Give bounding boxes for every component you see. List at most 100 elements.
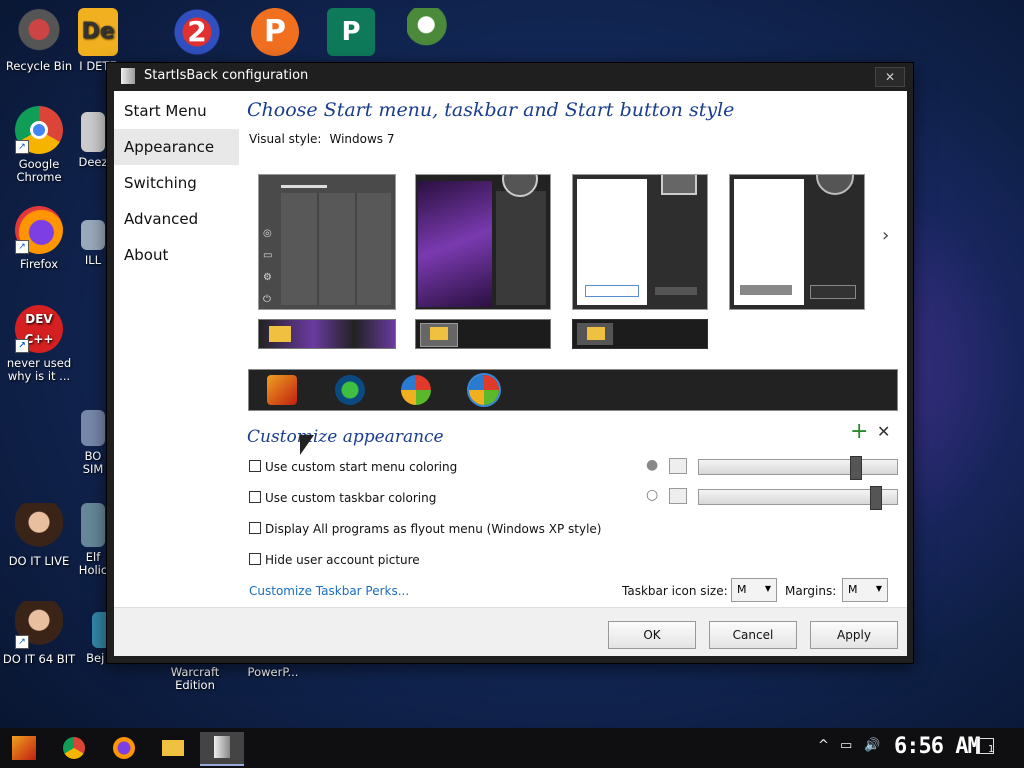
style-thumb-vista[interactable] <box>729 174 865 310</box>
desktop-icon-deez[interactable]: Deez <box>78 112 108 169</box>
desktop-icon-2[interactable]: 2 <box>158 8 236 60</box>
mouse-cursor <box>300 435 314 455</box>
desktop-icon-do-it-64-bit[interactable]: ↗ DO IT 64 BIT <box>0 601 78 666</box>
slider-thumb[interactable] <box>850 456 862 480</box>
folder-icon <box>162 740 184 756</box>
chevron-down-icon: ▼ <box>764 584 771 593</box>
desktop-icon-devcpp[interactable]: DEV C++ ↗ never used why is it ... <box>0 305 78 383</box>
folder-icon <box>430 327 448 340</box>
next-styles-button[interactable]: › <box>882 225 889 246</box>
option-flyout-all-programs[interactable]: Display All programs as flyout menu (Win… <box>249 522 601 536</box>
option-hide-user-picture[interactable]: Hide user account picture <box>249 553 420 567</box>
start-menu-color-swatch[interactable] <box>669 458 687 474</box>
desktop-icon-flowers[interactable] <box>392 8 470 60</box>
devcpp-icon: DEV C++ ↗ <box>15 305 63 353</box>
desktop-icon-powerp[interactable]: PowerP... <box>238 666 308 679</box>
remove-icon[interactable]: ✕ <box>877 422 890 441</box>
sidebar-item-switching[interactable]: Switching <box>114 165 239 201</box>
ok-button[interactable]: OK <box>608 621 696 649</box>
shortcut-arrow-icon: ↗ <box>15 339 29 353</box>
start-button[interactable] <box>4 732 44 764</box>
taskbar-style-3[interactable] <box>572 319 708 349</box>
page-title: Choose Start menu, taskbar and Start but… <box>247 99 735 121</box>
desktop-icon-p[interactable]: P <box>236 8 314 60</box>
margins-label: Margins: <box>785 584 837 598</box>
taskbar-icon-size-select[interactable]: M ▼ <box>731 578 777 602</box>
user-avatar-icon <box>816 175 854 195</box>
taskbar-opacity-slider[interactable] <box>698 486 898 510</box>
app-icon <box>81 220 105 250</box>
desktop-icon-firefox[interactable]: ↗ Firefox <box>0 206 78 271</box>
start-orb-custom-icon[interactable] <box>267 375 297 405</box>
app-icon <box>121 68 135 84</box>
portrait-icon: ↗ <box>15 601 63 649</box>
taskbar-chrome[interactable] <box>54 732 94 764</box>
taskbar-color-swatch[interactable] <box>669 488 687 504</box>
checkbox[interactable] <box>249 460 261 472</box>
volume-icon[interactable]: 🔊 <box>864 738 880 753</box>
taskbar-firefox[interactable] <box>104 732 144 764</box>
taskbar-startisback[interactable] <box>200 732 244 766</box>
app-icon <box>81 410 105 446</box>
clock[interactable]: 6:56 AM <box>894 734 981 759</box>
checkbox[interactable] <box>249 491 261 503</box>
customize-heading: Customize appearance <box>247 427 444 447</box>
tray-chevron-up-icon[interactable]: ^ <box>818 738 829 753</box>
desktop-icon-elf-holic[interactable]: Elf Holic <box>78 503 108 577</box>
notification-icon[interactable]: 1 <box>976 736 996 756</box>
taskbar-file-explorer[interactable] <box>153 732 193 764</box>
checkbox[interactable] <box>249 553 261 565</box>
taskbar-style-1[interactable] <box>258 319 396 349</box>
sidebar-item-advanced[interactable]: Advanced <box>114 201 239 237</box>
add-icon[interactable]: + <box>850 419 868 444</box>
user-avatar-icon <box>661 175 697 195</box>
chrome-icon <box>63 737 85 759</box>
sidebar-glyphs: ◎ ▭ ⚙ ⏻ <box>263 228 273 305</box>
style-thumb-windows7[interactable] <box>572 174 708 310</box>
desktop-icon-do-it-live[interactable]: DO IT LIVE <box>0 503 78 568</box>
start-orb-vista-icon[interactable] <box>469 375 499 405</box>
margins-select[interactable]: M ▼ <box>842 578 888 602</box>
network-icon[interactable]: ▭ <box>840 738 852 753</box>
visual-style: Visual style: Windows 7 <box>249 132 394 146</box>
close-button[interactable]: ✕ <box>875 67 905 87</box>
sidebar-item-start-menu[interactable]: Start Menu <box>114 93 239 129</box>
dialog-client: Start Menu Appearance Switching Advanced… <box>114 91 907 607</box>
app-icon <box>81 112 105 152</box>
de-icon: De <box>78 8 118 56</box>
sidebar-item-about[interactable]: About <box>114 237 239 273</box>
number-two-icon: 2 <box>173 8 221 56</box>
desktop-icon-google-chrome[interactable]: ↗ Google Chrome <box>0 106 78 184</box>
start-icon <box>12 736 36 760</box>
visual-style-label: Visual style: <box>249 132 322 146</box>
sidebar-item-appearance[interactable]: Appearance <box>114 129 239 165</box>
customize-taskbar-perks-link[interactable]: Customize Taskbar Perks... <box>249 584 409 598</box>
option-custom-start-menu-coloring[interactable]: Use custom start menu coloring <box>249 460 457 474</box>
taskbar: ^ ▭ 🔊 6:56 AM 1 <box>0 728 1024 768</box>
desktop-icon-publisher[interactable]: P <box>312 8 390 60</box>
style-thumb-windows10[interactable]: ◎ ▭ ⚙ ⏻ <box>258 174 396 310</box>
start-orb-clover-icon[interactable] <box>335 375 365 405</box>
option-custom-taskbar-coloring[interactable]: Use custom taskbar coloring <box>249 491 436 505</box>
apply-button[interactable]: Apply <box>810 621 898 649</box>
opacity-drop-icon: ● <box>646 457 659 473</box>
p-logo-icon: P <box>251 8 299 56</box>
taskbar-style-2[interactable] <box>415 319 551 349</box>
desktop-icon-warcraft[interactable]: Warcraft Edition <box>152 666 238 692</box>
recycle-bin-icon <box>15 8 63 56</box>
dialog-titlebar[interactable]: StartIsBack configuration ✕ <box>107 63 913 89</box>
transparency-drop-icon: ○ <box>646 487 659 503</box>
desktop-icon-recycle-bin[interactable]: Recycle Bin <box>0 8 78 73</box>
desktop-icon-ill[interactable]: ILL <box>78 220 108 267</box>
desktop-icon-bo-sim[interactable]: BO SIM <box>78 410 108 476</box>
taskbar-icon-size-label: Taskbar icon size: <box>622 584 728 598</box>
cancel-button[interactable]: Cancel <box>709 621 797 649</box>
chevron-down-icon: ▼ <box>875 584 882 593</box>
checkbox[interactable] <box>249 522 261 534</box>
start-menu-opacity-slider[interactable] <box>698 456 898 480</box>
start-orb-windows7-icon[interactable] <box>401 375 431 405</box>
slider-thumb[interactable] <box>870 486 882 510</box>
style-thumb-windows7-custom[interactable] <box>415 174 551 310</box>
chrome-icon: ↗ <box>15 106 63 154</box>
portrait-icon <box>15 503 63 551</box>
